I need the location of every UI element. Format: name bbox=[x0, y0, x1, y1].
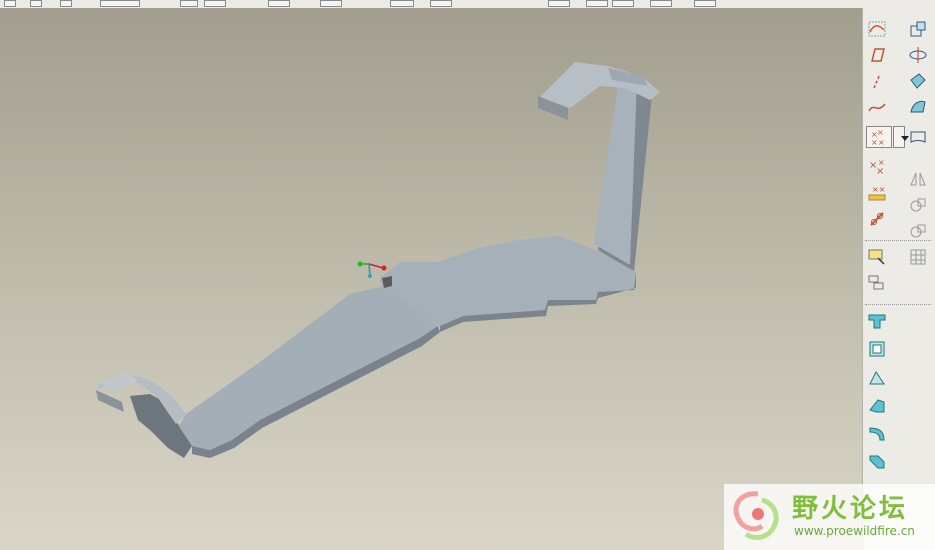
model-upright-face bbox=[594, 80, 637, 265]
boundary-blend-icon[interactable] bbox=[907, 96, 929, 118]
model-lower-hook-front bbox=[96, 390, 124, 412]
trim-icon[interactable] bbox=[907, 220, 929, 242]
offset-point-icon[interactable]: × × × bbox=[866, 156, 888, 178]
unbend-icon[interactable] bbox=[866, 310, 888, 332]
view-orientation-icon[interactable] bbox=[204, 0, 226, 7]
datum-curve-icon[interactable] bbox=[866, 96, 888, 118]
watermark-site-url: www.proewildfire.cn bbox=[794, 524, 915, 538]
saved-views-icon[interactable] bbox=[548, 0, 570, 7]
flat-wall-icon[interactable] bbox=[866, 366, 888, 388]
merge-icon[interactable] bbox=[907, 194, 929, 216]
svg-text:×: × bbox=[878, 138, 885, 147]
datum-plane-icon[interactable] bbox=[866, 44, 888, 66]
undo-redo-icon[interactable] bbox=[100, 0, 140, 7]
svg-text:××: ×× bbox=[872, 185, 885, 194]
point-display-icon[interactable] bbox=[650, 0, 672, 7]
flange-wall-icon[interactable] bbox=[866, 394, 888, 416]
display-style-icon[interactable] bbox=[390, 0, 414, 7]
right-feature-toolbar: × × × × × × × ×× bbox=[862, 8, 935, 550]
svg-text:×: × bbox=[878, 158, 885, 167]
wireframe-icon[interactable] bbox=[430, 0, 452, 7]
open-file-icon[interactable] bbox=[30, 0, 42, 7]
model-slanted-arm bbox=[176, 286, 438, 450]
svg-text:×: × bbox=[877, 128, 884, 137]
repaint-icon[interactable] bbox=[320, 0, 342, 7]
insert-feature-icon[interactable] bbox=[866, 246, 888, 268]
datum-axis-icon[interactable] bbox=[866, 70, 888, 92]
offset-surface-icon[interactable] bbox=[907, 70, 929, 92]
graphics-viewport[interactable] bbox=[0, 8, 862, 550]
forum-watermark: 野火论坛 www.proewildfire.cn bbox=[724, 484, 935, 550]
twist-icon[interactable] bbox=[866, 422, 888, 444]
datum-point-icon[interactable]: × × × × bbox=[866, 126, 892, 148]
regenerate-icon[interactable] bbox=[180, 0, 198, 7]
new-file-icon[interactable] bbox=[4, 0, 16, 7]
svg-text:×: × bbox=[876, 166, 884, 177]
shell-icon[interactable] bbox=[907, 126, 929, 148]
dropdown-arrow-icon[interactable] bbox=[893, 126, 909, 148]
datum-axes-display-icon[interactable] bbox=[612, 0, 634, 7]
zoom-icon[interactable] bbox=[268, 0, 290, 7]
csys-display-icon[interactable] bbox=[694, 0, 716, 7]
edge-bend-icon[interactable] bbox=[866, 450, 888, 472]
datum-planes-display-icon[interactable] bbox=[586, 0, 608, 7]
bend-back-icon[interactable] bbox=[866, 338, 888, 360]
toolbar-separator bbox=[865, 304, 931, 305]
copy-feature-icon[interactable] bbox=[866, 272, 888, 294]
rotate-copy-icon[interactable] bbox=[907, 44, 929, 66]
forum-logo-icon bbox=[733, 491, 779, 540]
pattern-icon[interactable] bbox=[907, 246, 929, 268]
field-point-icon[interactable]: ×× bbox=[866, 182, 888, 204]
save-icon[interactable] bbox=[60, 0, 72, 7]
watermark-site-name: 野火论坛 bbox=[792, 494, 909, 524]
svg-text:×: × bbox=[871, 138, 878, 147]
mirror-icon[interactable] bbox=[907, 168, 929, 190]
coordinate-system-triad bbox=[357, 261, 387, 278]
scale-icon[interactable] bbox=[907, 18, 929, 40]
coordinate-system-icon[interactable] bbox=[866, 208, 888, 230]
sketched-datum-curve-icon[interactable] bbox=[866, 18, 888, 40]
sheetmetal-part-model bbox=[96, 62, 660, 458]
